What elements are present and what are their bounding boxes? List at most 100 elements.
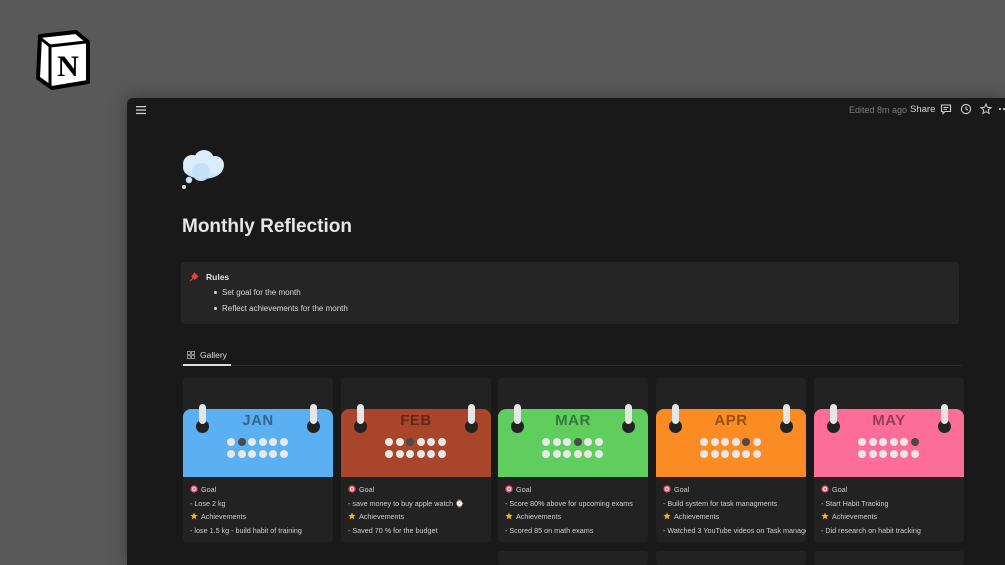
calendar-dot	[437, 450, 446, 458]
achievement-value: - Saved 70 % for the budget	[348, 525, 438, 535]
tab-gallery-label: Gallery	[200, 350, 227, 360]
goal-value: - Lose 2 kg	[190, 498, 226, 508]
calendar-dot	[594, 438, 603, 446]
gallery-card-jan[interactable]: JAN Goal - Lose 2 kg Achievements - lose	[183, 378, 333, 542]
achievements-label: Achievements	[516, 512, 562, 521]
target-icon	[505, 485, 513, 493]
achievements-heading: Achievements	[505, 510, 648, 524]
calendar-dot	[721, 438, 729, 446]
calendar-dot	[752, 450, 761, 458]
gallery-card-feb[interactable]: FEB Goal - save money to buy apple watch…	[341, 378, 491, 542]
target-icon	[348, 485, 356, 493]
gallery-card-mar[interactable]: MAR Goal - Score 80% above for upcoming …	[498, 378, 648, 542]
achievements-heading: Achievements	[348, 510, 491, 524]
calendar-dot	[552, 450, 561, 458]
calendar-dot	[427, 438, 435, 446]
goal-heading: Goal	[348, 483, 491, 497]
target-icon	[663, 485, 671, 493]
achievement-value: - Scored 85 on math exams	[505, 525, 594, 535]
star-icon	[348, 512, 356, 520]
tabs-divider	[181, 365, 961, 366]
calendar-dot	[227, 450, 235, 458]
calendar-dot	[258, 438, 267, 446]
achievements-heading: Achievements	[663, 510, 806, 524]
gallery-card-next-row[interactable]	[656, 551, 806, 565]
star-icon[interactable]	[980, 103, 992, 115]
calendar-dot	[710, 450, 719, 458]
calendar-dot	[700, 438, 708, 446]
goal-value: - Score 80% above for upcoming exams	[505, 498, 633, 508]
target-icon	[821, 485, 829, 493]
calendar-dot	[395, 450, 404, 458]
achievements-label: Achievements	[359, 512, 405, 521]
gallery-card-next-row[interactable]	[498, 551, 648, 565]
calendar-dot	[395, 438, 404, 446]
calendar-dot	[700, 450, 708, 458]
rule-item: Reflect achievements for the month	[214, 304, 348, 313]
calendar-dot	[248, 438, 256, 446]
edited-timestamp: Edited 8m ago	[849, 105, 908, 115]
achievements-label: Achievements	[674, 512, 720, 521]
calendar-dot	[731, 438, 740, 446]
card-month: MAR	[555, 412, 591, 429]
gallery-grid-icon	[187, 351, 195, 359]
calendar-dot	[385, 450, 393, 458]
card-properties: Goal - Start Habit Tracking Achievements…	[821, 483, 964, 537]
goal-value: - save money to buy apple watch ⌚	[348, 498, 465, 508]
card-properties: Goal - Build system for task managments …	[663, 483, 806, 537]
notion-window: Edited 8m ago Share Monthly Reflection R…	[127, 98, 1005, 565]
calendar-dot	[879, 438, 887, 446]
achievement-value: - lose 1.5 kg - build habit of training	[190, 525, 302, 535]
comment-icon[interactable]	[940, 103, 952, 115]
calendar-dot	[889, 438, 898, 446]
calendar-dot	[584, 450, 592, 458]
calendar-dot	[710, 438, 719, 446]
calendar-dot	[742, 438, 750, 446]
gallery-card-apr[interactable]: APR Goal - Build system for task managme…	[656, 378, 806, 542]
calendar-dot	[542, 438, 550, 446]
calendar-dot	[868, 450, 877, 458]
card-properties: Goal - save money to buy apple watch ⌚ A…	[348, 483, 491, 537]
calendar-dot	[742, 450, 750, 458]
calendar-dot	[385, 438, 393, 446]
calendar-dot	[542, 450, 550, 458]
share-button[interactable]: Share	[910, 104, 935, 115]
gallery-card-next-row[interactable]	[814, 551, 964, 565]
topbar: Edited 8m ago Share	[127, 98, 1005, 124]
goal-heading: Goal	[663, 483, 806, 497]
calendar-dot	[910, 450, 919, 458]
gallery-card-may[interactable]: MAY Goal - Start Habit Tracking Achievem…	[814, 378, 964, 542]
goal-value: - Start Habit Tracking	[821, 498, 889, 508]
notion-logo-icon: N	[36, 30, 90, 90]
card-month: APR	[714, 412, 748, 429]
goal-heading: Goal	[505, 483, 648, 497]
calendar-dot	[752, 438, 761, 446]
card-month: FEB	[400, 412, 432, 429]
menu-icon[interactable]	[135, 104, 147, 116]
rule-item: Set goal for the month	[214, 288, 301, 297]
card-properties: Goal - Score 80% above for upcoming exam…	[505, 483, 648, 537]
calendar-dot	[573, 438, 582, 446]
calendar-dot	[900, 438, 908, 446]
calendar-dot	[910, 438, 919, 446]
thought-cloud-icon	[182, 150, 224, 189]
calendar-dot	[279, 450, 288, 458]
achievements-label: Achievements	[201, 512, 247, 521]
calendar-dot	[227, 438, 235, 446]
more-options-icon[interactable]	[998, 103, 1005, 115]
pushpin-icon	[189, 272, 199, 282]
goal-label: Goal	[359, 485, 375, 494]
calendar-dot	[248, 450, 256, 458]
achievement-value: - Watched 3 YouTube videos on Task manag…	[663, 525, 806, 535]
svg-text:N: N	[57, 50, 79, 83]
calendar-dot	[279, 438, 288, 446]
calendar-dot	[900, 450, 908, 458]
star-icon	[663, 512, 671, 520]
rules-callout: Rules Set goal for the month Reflect ach…	[181, 262, 959, 324]
clock-icon[interactable]	[960, 103, 972, 115]
calendar-dot	[416, 450, 425, 458]
calendar-dot	[269, 450, 277, 458]
calendar-dot	[563, 450, 571, 458]
calendar-dot	[731, 450, 740, 458]
star-icon	[821, 512, 829, 520]
